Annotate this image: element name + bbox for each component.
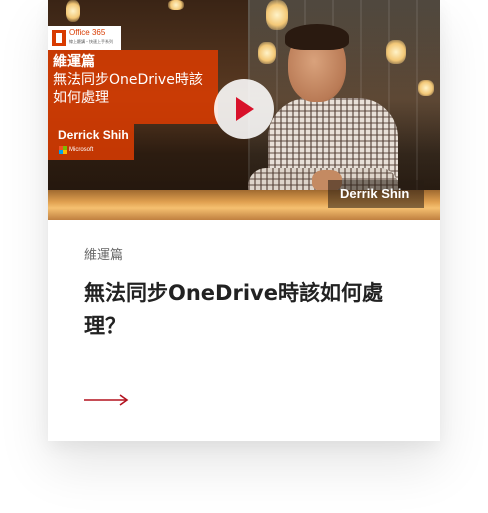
video-thumbnail[interactable]: Office 365 線上聽講・快速上手系列 維運篇 無法同步OneDrive時… <box>48 0 440 220</box>
play-button[interactable] <box>214 79 274 139</box>
video-title-line-2: 無法同步OneDrive時該 <box>53 72 203 88</box>
arrow-right-icon[interactable] <box>84 390 130 410</box>
office-logo-icon <box>52 30 66 46</box>
article-headline[interactable]: 無法同步OneDrive時該如何處理？ <box>84 277 404 343</box>
video-title-box: 維運篇 無法同步OneDrive時該 如何處理 <box>48 50 218 124</box>
lamp-light <box>66 0 80 22</box>
article-card[interactable]: Office 365 線上聽講・快速上手系列 維運篇 無法同步OneDrive時… <box>48 0 440 441</box>
video-title-line-1: 維運篇 <box>53 54 95 70</box>
microsoft-label: Microsoft <box>69 147 94 153</box>
lamp-light <box>418 80 434 96</box>
author-box: Derrick Shih Microsoft <box>48 124 134 160</box>
lamp-light <box>168 0 184 10</box>
office-365-badge: Office 365 線上聽講・快速上手系列 <box>48 26 121 50</box>
presenter-name-tag: Derrik Shin <box>328 180 424 208</box>
video-title-line-3: 如何處理 <box>53 90 109 106</box>
category-label: 維運篇 <box>84 248 124 263</box>
presenter-name: Derrik Shin <box>340 186 410 201</box>
office-brand: Office 365 <box>69 28 106 37</box>
office-tagline: 線上聽講・快速上手系列 <box>69 39 113 44</box>
presenter-hair <box>285 24 349 50</box>
microsoft-logo-icon <box>59 146 67 154</box>
play-icon <box>236 97 254 121</box>
author-name: Derrick Shih <box>58 128 129 142</box>
